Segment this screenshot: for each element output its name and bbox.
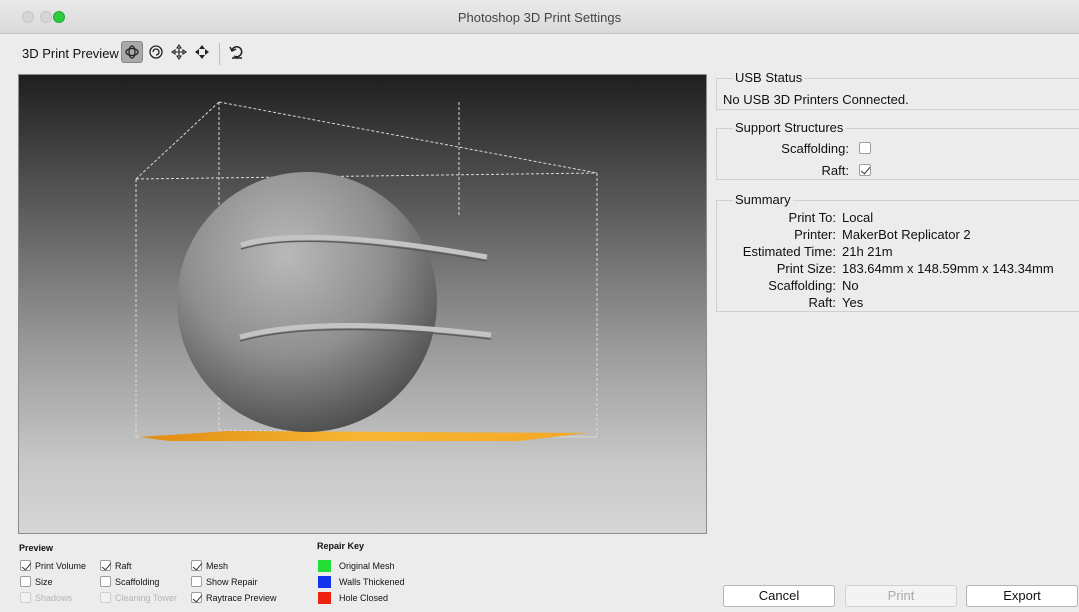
- scaffolding-option[interactable]: Scaffolding: [100, 576, 159, 587]
- rotate-3d-icon[interactable]: [121, 41, 143, 63]
- preview-section-title: Preview: [19, 543, 54, 553]
- summary-row: Print To: Local: [717, 210, 874, 225]
- option-label: Raft: [115, 560, 132, 571]
- raft-preview-checkbox[interactable]: [100, 560, 111, 571]
- option-label: Raytrace Preview: [206, 592, 277, 603]
- repair-key-label: Hole Closed: [339, 593, 389, 603]
- pan-icon[interactable]: [168, 41, 190, 63]
- raft-checkbox[interactable]: [858, 164, 871, 176]
- summary-key: Raft:: [808, 295, 836, 310]
- shadows-option: Shadows: [20, 592, 72, 603]
- option-label: Scaffolding: [115, 576, 160, 587]
- repair-key-item: Original Mesh: [318, 560, 395, 572]
- walls-thickened-swatch: [318, 576, 331, 588]
- cleaning-tower-option: Cleaning Tower: [100, 592, 177, 603]
- scaffolding-checkbox[interactable]: [858, 142, 871, 154]
- mesh-checkbox[interactable]: [191, 560, 202, 571]
- show-repair-checkbox[interactable]: [191, 576, 202, 587]
- summary-key: Print Size:: [776, 261, 836, 276]
- original-mesh-swatch: [318, 560, 331, 572]
- support-structures-group: Support Structures Scaffolding: Raft:: [716, 120, 1079, 180]
- repair-key-title: Repair Key: [317, 541, 365, 551]
- size-option[interactable]: Size: [20, 576, 53, 587]
- title-bar: Photoshop 3D Print Settings: [0, 0, 1079, 34]
- summary-key: Estimated Time:: [742, 244, 836, 259]
- scaffolding-preview-checkbox[interactable]: [100, 576, 111, 587]
- scaffolding-label: Scaffolding:: [781, 141, 849, 156]
- roll-icon[interactable]: [145, 41, 167, 63]
- summary-row: Raft: Yes: [717, 295, 864, 310]
- option-label: Cleaning Tower: [115, 592, 177, 603]
- repair-key-item: Walls Thickened: [318, 576, 405, 588]
- usb-status-group: USB Status No USB 3D Printers Connected.: [716, 70, 1079, 110]
- 3d-preview-viewport[interactable]: [18, 74, 707, 534]
- summary-value: Yes: [842, 295, 864, 310]
- sphere-mesh: [177, 172, 492, 432]
- option-label: Shadows: [35, 592, 73, 603]
- raytrace-preview-checkbox[interactable]: [191, 592, 202, 603]
- repair-key-label: Walls Thickened: [339, 577, 405, 587]
- usb-status-message: No USB 3D Printers Connected.: [723, 92, 909, 107]
- option-label: Size: [35, 576, 53, 587]
- show-repair-option[interactable]: Show Repair: [191, 576, 258, 587]
- option-label: Mesh: [206, 560, 229, 571]
- repair-key-label: Original Mesh: [339, 561, 395, 571]
- window-title: Photoshop 3D Print Settings: [457, 10, 622, 25]
- print-volume-option[interactable]: Print Volume: [20, 560, 86, 571]
- summary-row: Scaffolding: No: [717, 278, 859, 293]
- toolbar-label: 3D Print Preview: [22, 46, 119, 61]
- summary-group: Summary Print To: Local Printer: MakerBot …: [716, 192, 1079, 312]
- summary-title: Summary: [733, 192, 793, 207]
- usb-status-title: USB Status: [733, 70, 805, 85]
- summary-key: Print To:: [788, 210, 836, 225]
- shadows-checkbox: [20, 592, 31, 603]
- support-structures-title: Support Structures: [733, 120, 846, 135]
- summary-row: Printer: MakerBot Replicator 2: [717, 227, 971, 242]
- raft-option[interactable]: Raft: [100, 560, 132, 571]
- slide-icon[interactable]: [191, 41, 213, 63]
- 3d-scene: [135, 101, 598, 441]
- toolbar: 3D Print Preview: [0, 34, 1079, 72]
- summary-value: No: [842, 278, 859, 293]
- repair-key-item: Hole Closed: [318, 592, 388, 604]
- hole-closed-swatch: [318, 592, 331, 604]
- raft-label: Raft:: [821, 163, 849, 178]
- size-checkbox[interactable]: [20, 576, 31, 587]
- summary-value: 21h 21m: [842, 244, 893, 259]
- summary-value: MakerBot Replicator 2: [842, 227, 971, 242]
- scaffolding-row: Scaffolding:: [765, 141, 871, 156]
- print-button: Print: [845, 585, 957, 607]
- summary-value: 183.64mm x 148.59mm x 143.34mm: [842, 261, 1054, 276]
- summary-row: Estimated Time: 21h 21m: [717, 244, 893, 259]
- mesh-option[interactable]: Mesh: [191, 560, 228, 571]
- option-label: Show Repair: [206, 576, 258, 587]
- print-volume-checkbox[interactable]: [20, 560, 31, 571]
- raft-row: Raft:: [765, 163, 871, 178]
- reset-view-icon[interactable]: [226, 41, 248, 63]
- raytrace-preview-option[interactable]: Raytrace Preview: [191, 592, 277, 603]
- toolbar-separator: [219, 43, 220, 65]
- cancel-button[interactable]: Cancel: [723, 585, 835, 607]
- summary-row: Print Size: 183.64mm x 148.59mm x 143.34m…: [717, 261, 1054, 276]
- export-button[interactable]: Export: [966, 585, 1078, 607]
- summary-key: Scaffolding:: [768, 278, 836, 293]
- summary-value: Local: [842, 210, 874, 225]
- summary-key: Printer:: [794, 227, 836, 242]
- raft-plate: [139, 431, 587, 441]
- cleaning-tower-checkbox: [100, 592, 111, 603]
- option-label: Print Volume: [35, 560, 87, 571]
